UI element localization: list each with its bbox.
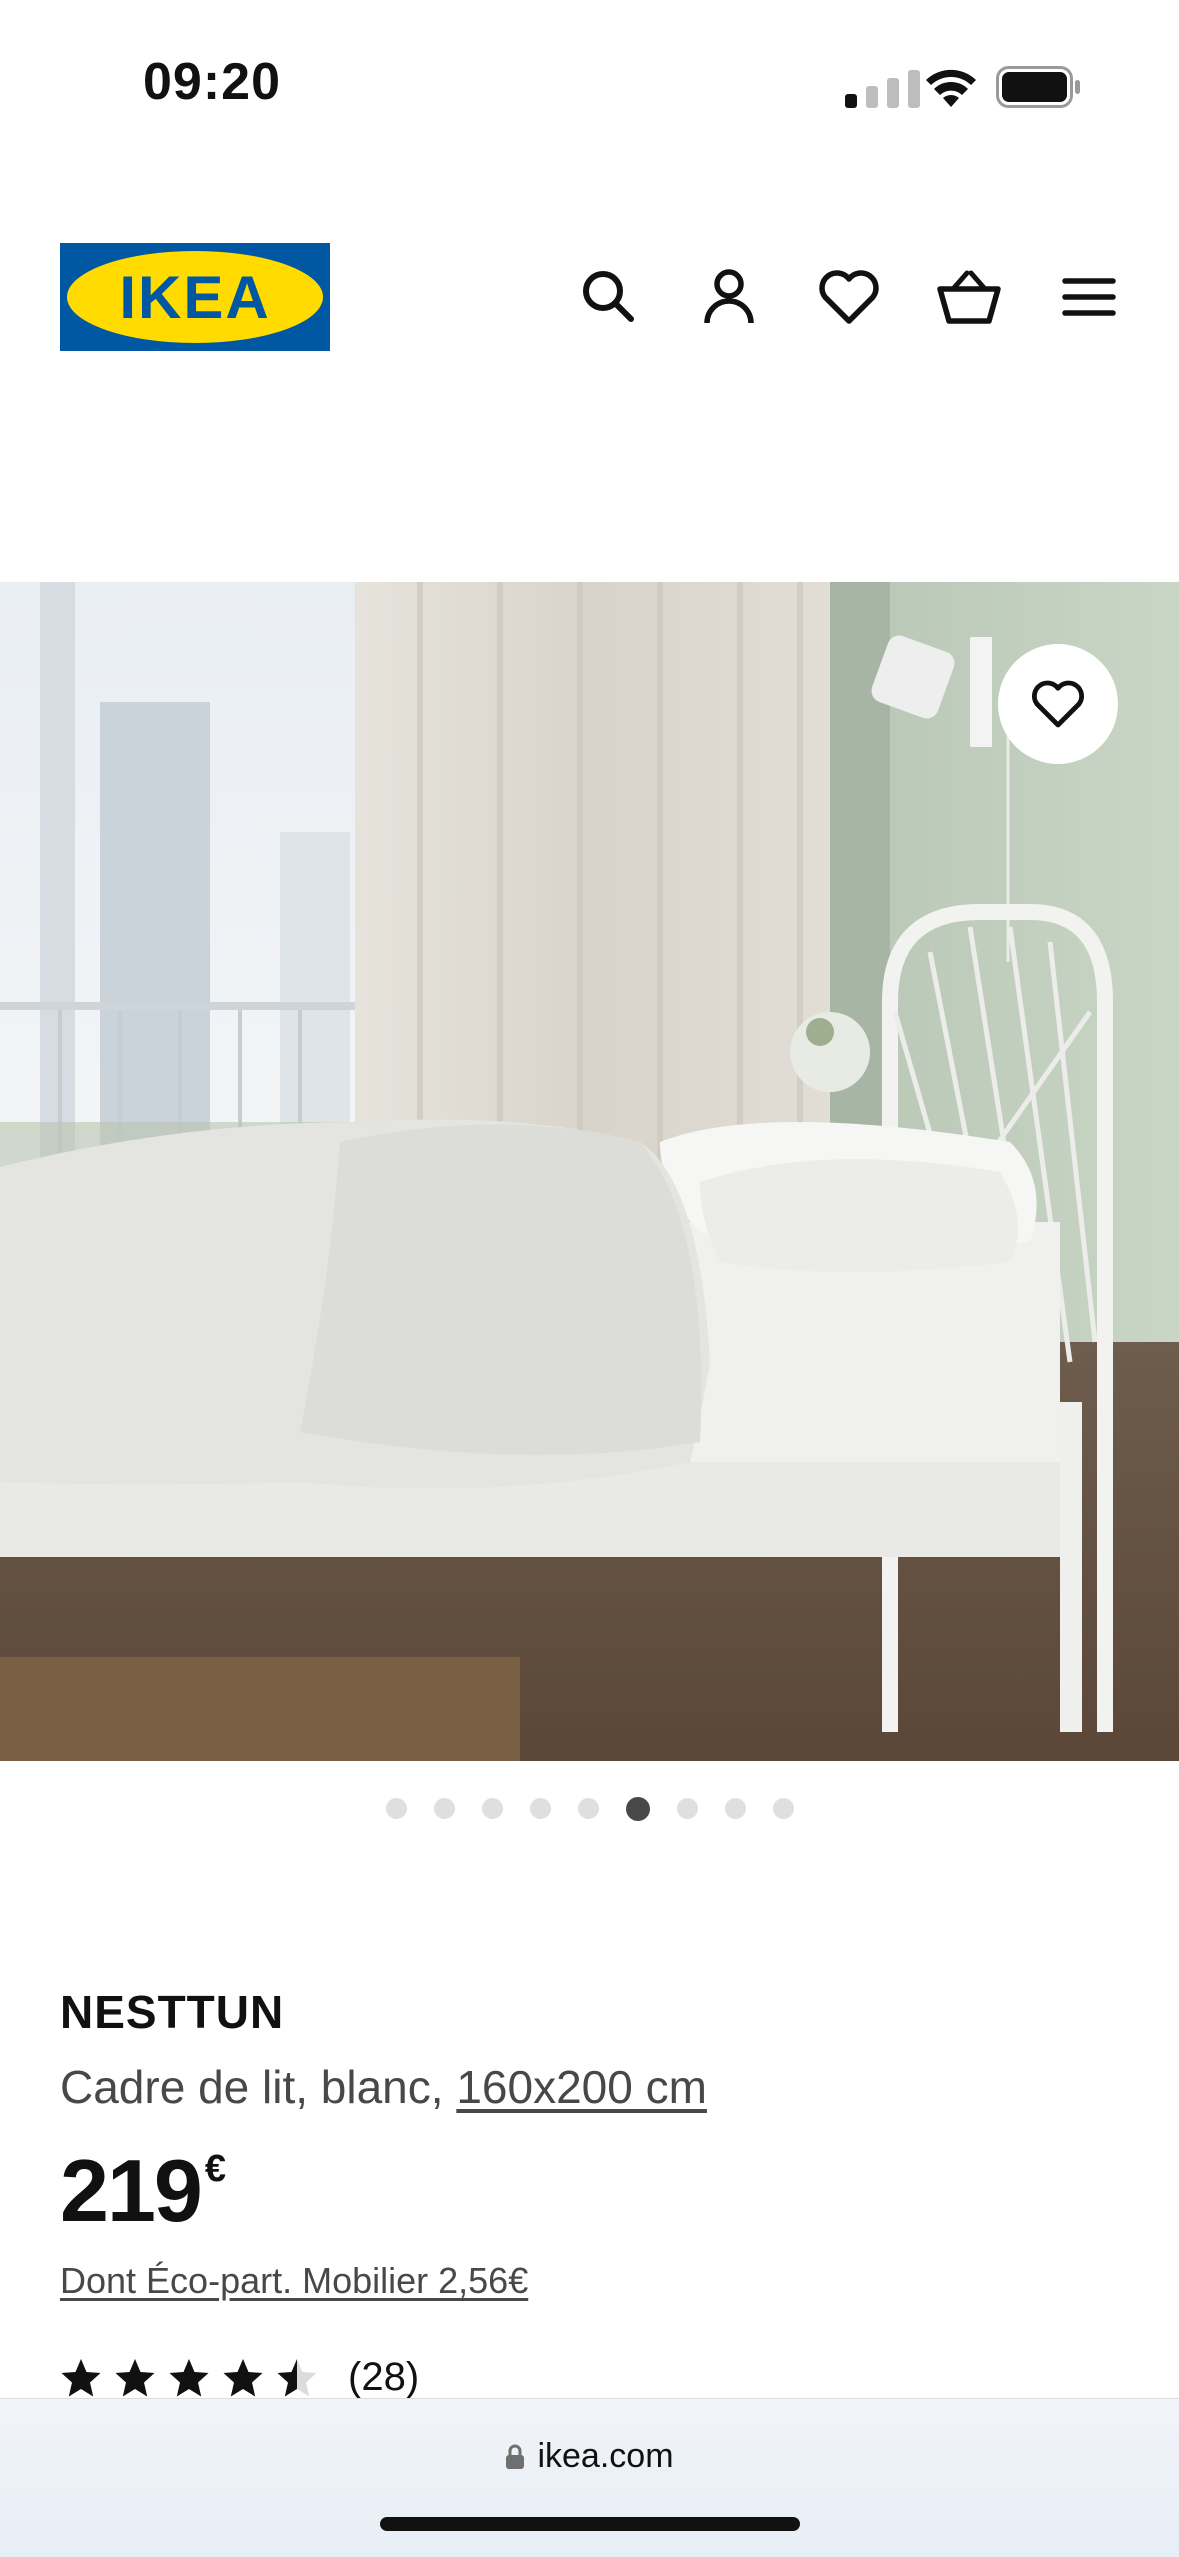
wifi-icon xyxy=(926,69,976,107)
heart-icon xyxy=(1031,680,1085,728)
product-description: Cadre de lit, blanc, 160x200 cm xyxy=(60,2060,707,2114)
size-link[interactable]: 160x200 cm xyxy=(456,2061,707,2113)
ikea-logo[interactable]: IKEA xyxy=(60,243,330,351)
carousel-dot[interactable] xyxy=(433,1798,455,1819)
carousel-dot[interactable] xyxy=(676,1798,698,1819)
product-description-text: Cadre de lit, blanc, xyxy=(60,2061,457,2113)
carousel-dot[interactable] xyxy=(724,1798,746,1819)
battery-icon xyxy=(996,66,1080,108)
add-to-favorites-button[interactable] xyxy=(998,644,1118,764)
review-count: (28) xyxy=(348,2355,420,2399)
carousel-dot[interactable] xyxy=(625,1796,650,1821)
carousel-dot[interactable] xyxy=(577,1798,599,1819)
rating-stars xyxy=(60,2357,318,2399)
price-currency: € xyxy=(204,2148,226,2190)
star-icon xyxy=(223,2358,263,2396)
star-icon xyxy=(61,2358,101,2396)
home-indicator[interactable] xyxy=(380,2517,800,2531)
search-icon[interactable] xyxy=(577,265,641,329)
star-icon xyxy=(169,2358,209,2396)
product-rating[interactable]: (28) xyxy=(60,2355,419,2400)
carousel-dot[interactable] xyxy=(529,1798,551,1819)
browser-toolbar xyxy=(0,2398,1179,2557)
carousel-dot[interactable] xyxy=(385,1798,407,1819)
url-text: ikea.com xyxy=(537,2437,674,2475)
product-name[interactable]: NESTTUN xyxy=(60,1985,284,2039)
cellular-signal-icon xyxy=(845,70,920,108)
price-amount: 219 xyxy=(60,2141,203,2240)
address-bar[interactable]: ikea.com xyxy=(0,2437,1179,2476)
bed-photo xyxy=(0,582,1179,1761)
ikea-logo-text: IKEA xyxy=(119,263,271,331)
account-icon[interactable] xyxy=(697,265,761,329)
menu-icon[interactable] xyxy=(1057,265,1121,329)
star-icon xyxy=(115,2358,155,2396)
product-image[interactable] xyxy=(0,582,1179,1761)
carousel-pagination xyxy=(0,1796,1179,1821)
carousel-dot[interactable] xyxy=(481,1798,503,1819)
eco-participation-link[interactable]: Dont Éco-part. Mobilier 2,56€ xyxy=(60,2260,528,2302)
product-price: 219 € xyxy=(60,2140,226,2242)
lock-icon xyxy=(506,2444,525,2469)
heart-icon[interactable] xyxy=(817,265,881,329)
carousel-dot[interactable] xyxy=(772,1798,794,1819)
star-icon xyxy=(277,2358,317,2396)
status-time: 09:20 xyxy=(143,53,281,111)
basket-icon[interactable] xyxy=(937,265,1001,329)
